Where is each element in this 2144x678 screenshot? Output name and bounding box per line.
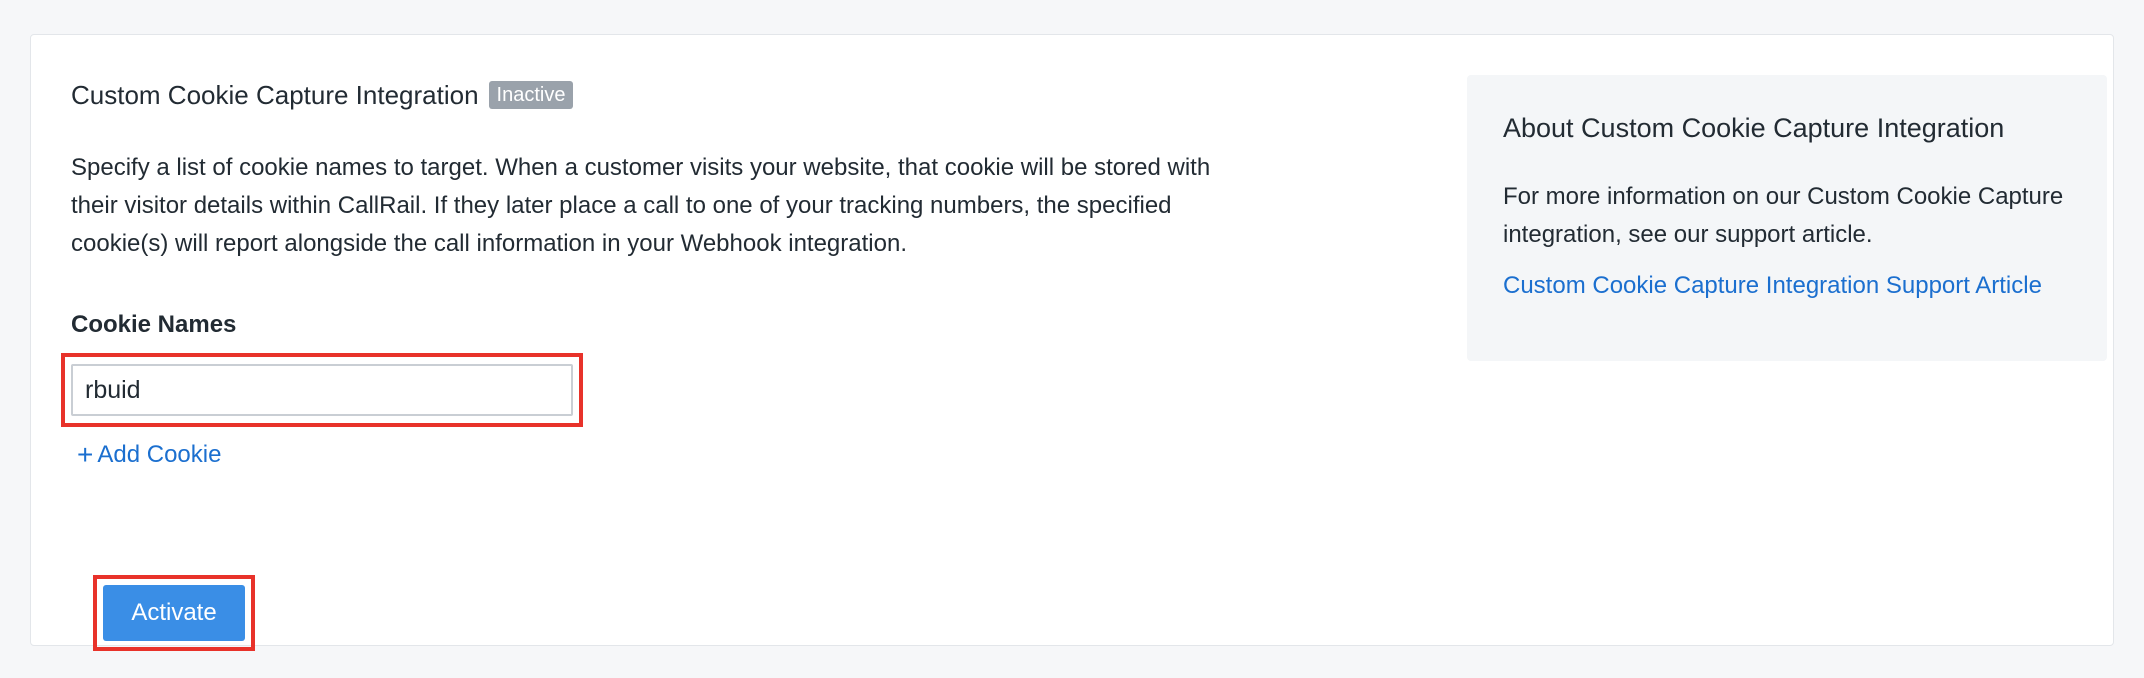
support-article-link[interactable]: Custom Cookie Capture Integration Suppor… xyxy=(1503,272,2042,300)
activate-button-highlight: Activate xyxy=(93,575,255,651)
add-cookie-link[interactable]: + Add Cookie xyxy=(77,441,1271,469)
cookie-name-input[interactable] xyxy=(71,364,573,416)
about-text: For more information on our Custom Cooki… xyxy=(1503,183,2064,248)
cookie-names-label: Cookie Names xyxy=(71,311,237,338)
integration-card: Custom Cookie Capture Integration Inacti… xyxy=(30,34,2114,651)
cookie-input-highlight xyxy=(61,353,583,427)
about-title: About Custom Cookie Capture Integration xyxy=(1503,113,2005,143)
page-title: Custom Cookie Capture Integration xyxy=(71,79,479,110)
title-row: Custom Cookie Capture Integration Inacti… xyxy=(71,75,1271,115)
activate-button[interactable]: Activate xyxy=(103,585,245,641)
plus-icon: + xyxy=(77,439,94,470)
add-cookie-label: Add Cookie xyxy=(97,441,222,468)
integration-main: Custom Cookie Capture Integration Inacti… xyxy=(61,75,1271,469)
integration-description: Specify a list of cookie names to target… xyxy=(71,154,1211,257)
status-badge: Inactive xyxy=(488,81,574,109)
about-panel: About Custom Cookie Capture Integration … xyxy=(1467,75,2107,361)
